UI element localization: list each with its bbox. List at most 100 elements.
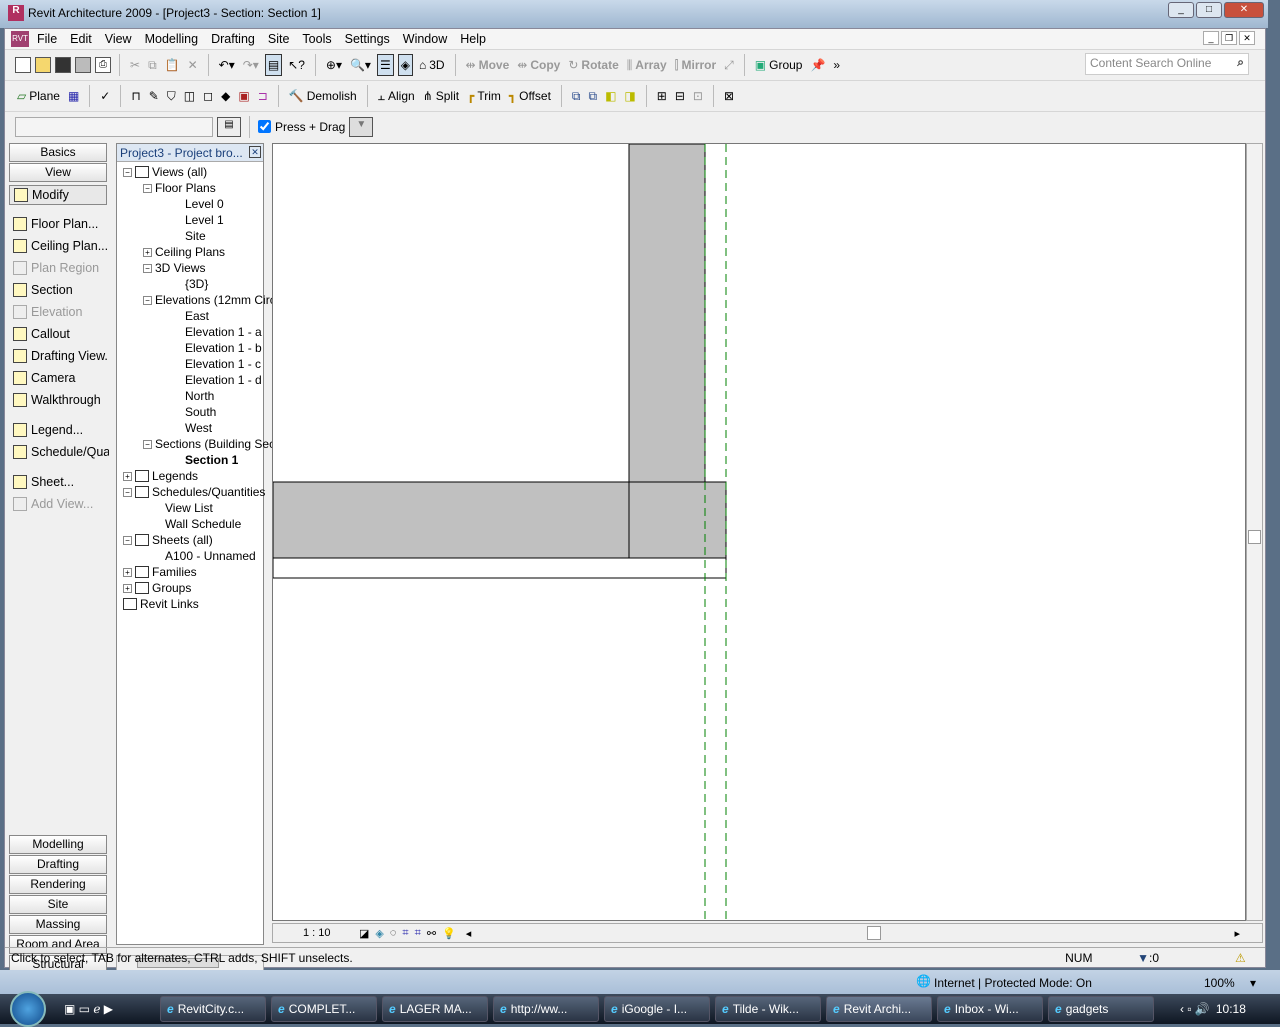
tray-icons[interactable]: ‹ ▫ 🔊 [1180,1002,1210,1016]
browser-node[interactable]: Elevation 1 - c [185,356,261,372]
paste-icon[interactable]: 📋 [163,54,182,76]
filter-icon[interactable]: ▼ [1137,951,1149,965]
filter-icon[interactable]: ▼ [349,116,374,137]
taskbar-button[interactable]: e http://ww... [493,996,599,1022]
delete-icon[interactable]: ✕ [186,54,200,76]
design-tab-modelling[interactable]: Modelling [9,835,107,854]
taskbar-button[interactable]: e COMPLET... [271,996,377,1022]
expand-icon[interactable]: + [123,471,132,481]
menu-site[interactable]: Site [268,32,290,46]
undo-icon[interactable]: ↶▾ [217,54,237,76]
hide-element-icon[interactable]: ⊟ [673,85,687,107]
eyedropper-icon[interactable]: ✎ [147,85,161,107]
browser-node[interactable]: East [185,308,209,324]
grid-icon[interactable]: ▦ [66,85,81,107]
browser-node[interactable]: West [185,420,212,436]
browser-node[interactable]: + Families [123,564,197,580]
clock[interactable]: 10:18 [1216,1002,1246,1016]
collapse-icon[interactable]: − [123,535,132,545]
rvt-document-icon[interactable]: RVT [11,31,29,47]
dimension-icon[interactable]: ⊓ [129,85,142,107]
reveal-icon[interactable]: ⊡ [691,85,705,107]
menu-drafting[interactable]: Drafting [211,32,255,46]
menu-settings[interactable]: Settings [345,32,390,46]
taskbar-button[interactable]: e Tilde - Wik... [715,996,821,1022]
wall-joins-icon[interactable]: ▣ [236,85,251,107]
move-button[interactable]: ⇹ Move [464,54,512,76]
crop-view-icon[interactable]: ⌗ [402,927,408,940]
zoom-level[interactable]: 100% [1204,976,1235,990]
split-button[interactable]: ⋔ Split [421,85,461,107]
browser-node[interactable]: North [185,388,214,404]
spelling-icon[interactable]: ✓ [98,85,112,107]
browser-node[interactable]: Site [185,228,206,244]
section-view-canvas[interactable] [272,143,1246,921]
offset-button[interactable]: ┓ Offset [507,85,553,107]
menu-window[interactable]: Window [403,32,447,46]
expand-icon[interactable]: + [143,247,152,257]
warning-icon[interactable]: ⚠ [1235,951,1265,965]
mirror-button[interactable]: ⫿ Mirror [673,54,719,76]
browser-node[interactable]: Elevation 1 - d [185,372,262,388]
expand-icon[interactable]: + [123,567,132,577]
help-icon[interactable]: ↖? [286,54,307,76]
uncut-geometry-icon[interactable]: ◨ [622,85,637,107]
design-item-elevation[interactable]: Elevation [13,302,109,322]
doc-minimize-button[interactable]: _ [1203,31,1219,45]
browser-node[interactable]: −3D Views [143,260,205,276]
copy-to-clipboard-icon[interactable]: ⧉ [570,85,583,107]
shadows-icon[interactable]: ◌ [390,927,397,939]
browser-node[interactable]: + Ceiling Plans [143,244,225,260]
press-drag-checkbox[interactable] [258,120,271,133]
detail-level-icon[interactable]: ◪ [359,927,369,940]
browser-node[interactable]: View List [165,500,213,516]
collapse-icon[interactable]: − [143,439,152,449]
split-face-icon[interactable]: ◆ [219,85,232,107]
design-item-callout[interactable]: Callout [13,324,109,344]
browser-node[interactable]: Elevation 1 - a [185,324,262,340]
sync-icon[interactable] [75,57,91,73]
collapse-icon[interactable]: − [123,487,132,497]
open-icon[interactable] [35,57,51,73]
measure-icon[interactable]: ⊠ [722,85,736,107]
browser-node[interactable]: − Sheets (all) [123,532,213,548]
minimize-button[interactable]: _ [1168,2,1194,18]
menu-modelling[interactable]: Modelling [145,32,199,46]
rotate-button[interactable]: ↻ Rotate [566,54,620,76]
content-search-input[interactable]: Content Search Online ⌕ [1085,53,1249,75]
collapse-icon[interactable]: − [143,263,152,273]
design-item-add-view[interactable]: Add View... [13,494,109,514]
pin-icon[interactable]: 📌 [808,54,827,76]
taskbar-button[interactable]: e gadgets [1048,996,1154,1022]
design-item-camera[interactable]: Camera [13,368,109,388]
close-button[interactable]: ✕ [1224,2,1264,18]
toolbar-overflow-icon[interactable]: » [831,54,842,76]
browser-node[interactable]: + Legends [123,468,198,484]
menu-view[interactable]: View [105,32,132,46]
model-graphics-style-icon[interactable]: ◈ [375,927,383,940]
browser-node[interactable]: {3D} [185,276,208,292]
navigation-wheel-icon[interactable]: ⊕▾ [324,54,344,76]
search-icon[interactable]: ⌕ [1237,55,1244,70]
unjoin-icon[interactable]: ◻ [201,85,215,107]
browser-node[interactable]: Level 1 [185,212,224,228]
browser-node[interactable]: Wall Schedule [165,516,241,532]
array-button[interactable]: ⫼ Array [625,54,669,76]
collapse-icon[interactable]: − [123,167,132,177]
hide-isolate-icon[interactable]: ⚯ [427,927,436,940]
browser-node[interactable]: − Schedules/Quantities [123,484,265,500]
redo-icon[interactable]: ↷▾ [241,54,261,76]
start-button[interactable] [10,991,46,1027]
browser-node[interactable]: Level 0 [185,196,224,212]
show-crop-icon[interactable]: ⌗ [415,927,421,940]
doc-restore-button[interactable]: ❐ [1221,31,1237,45]
design-item-ceiling-plan[interactable]: Ceiling Plan... [13,236,109,256]
view-cube-icon[interactable]: ◈ [397,54,413,76]
resize-icon[interactable]: ⤢ [722,54,736,76]
expand-icon[interactable]: + [123,583,132,593]
group-button[interactable]: ▣ Group [753,54,805,76]
browser-node[interactable]: Elevation 1 - b [185,340,262,356]
copy-button[interactable]: ⇹ Copy [515,54,562,76]
browser-node[interactable]: − Views (all) [123,164,207,180]
menu-tools[interactable]: Tools [302,32,331,46]
